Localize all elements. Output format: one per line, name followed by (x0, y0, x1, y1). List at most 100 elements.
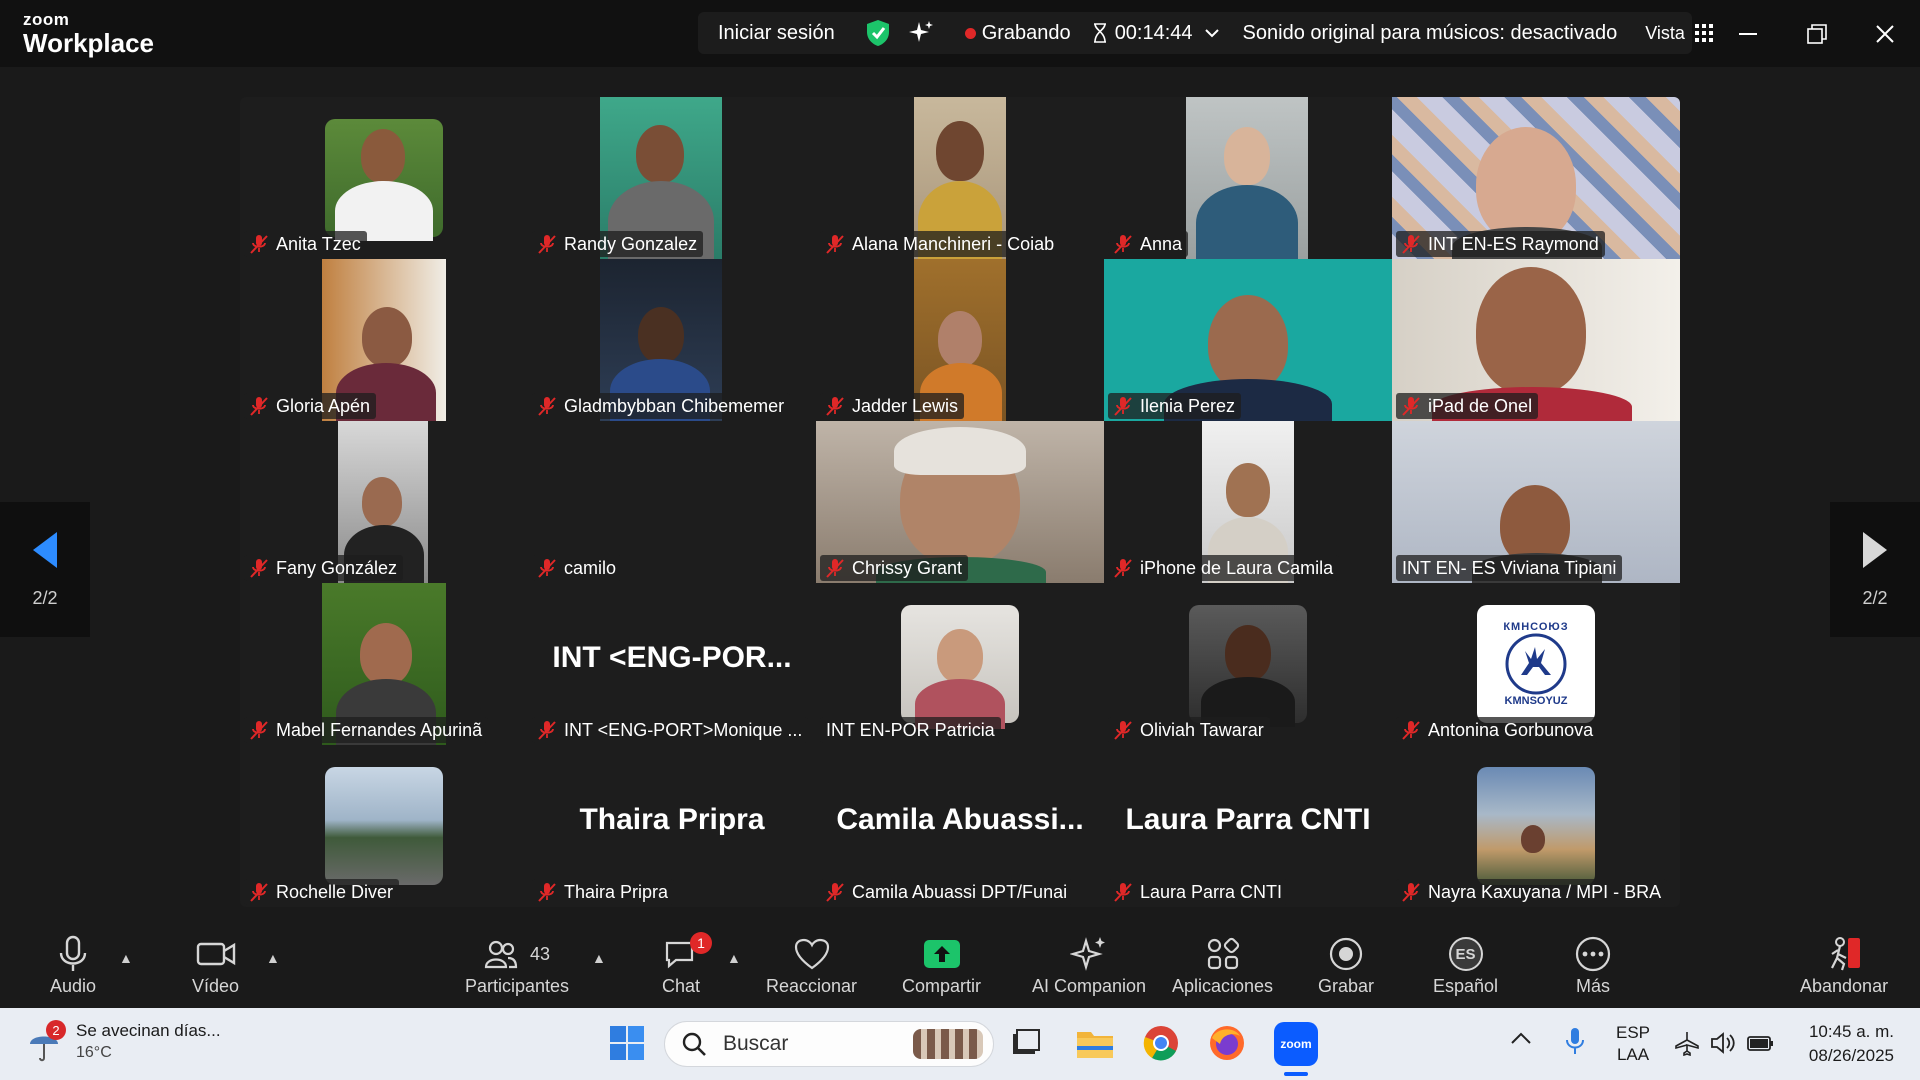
participant-tile[interactable]: INT EN-ES Raymond (1392, 97, 1680, 259)
participant-tile[interactable]: Camila Abuassi... Camila Abuassi DPT/Fun… (816, 745, 1104, 907)
participant-video (325, 767, 443, 885)
windows-start-icon[interactable] (608, 1024, 648, 1064)
recording-indicator[interactable]: Grabando (964, 22, 1071, 45)
chat-options-caret[interactable]: ▲ (727, 950, 741, 966)
taskbar-search[interactable]: Buscar (664, 1021, 994, 1067)
participant-tile[interactable]: Gloria Apén (240, 259, 528, 421)
previous-page-button[interactable]: 2/2 (0, 502, 90, 637)
sparkle-icon[interactable] (907, 19, 935, 47)
participant-name-tag: INT <ENG-PORT>Monique ... (532, 717, 809, 743)
leave-label: Abandonar (1800, 976, 1889, 996)
shield-icon[interactable] (865, 19, 891, 47)
ai-companion-button[interactable]: AI Companion (1032, 932, 1146, 997)
video-button[interactable]: Vídeo (192, 932, 239, 997)
video-camera-icon (196, 942, 235, 966)
more-options-icon (1575, 936, 1611, 972)
chevron-down-icon (1204, 29, 1219, 38)
battery-icon[interactable] (1746, 1030, 1786, 1070)
meeting-timer[interactable]: 00:14:44 (1093, 22, 1219, 45)
react-button[interactable]: Reaccionar (766, 932, 857, 997)
restore-icon (1807, 23, 1827, 44)
language-label: Español (1433, 976, 1499, 996)
view-label: Vista (1645, 22, 1685, 43)
meeting-controls: Audio ▲ Vídeo ▲ 43 Participantes ▲ 1 Cha… (0, 920, 1920, 1008)
participant-tile[interactable]: INT EN- ES Viviana Tipiani (1392, 421, 1680, 583)
chat-button[interactable]: 1 Chat (662, 932, 713, 997)
minimize-button[interactable] (1713, 0, 1783, 67)
original-sound-status[interactable]: Sonido original para músicos: desactivad… (1243, 22, 1618, 45)
participant-name: Camila Abuassi DPT/Funai (852, 881, 1068, 902)
participant-name-tag: iPad de Onel (1396, 393, 1539, 419)
taskbar-clock[interactable]: 10:45 a. m. 08/26/2025 (1790, 1020, 1894, 1068)
participant-tile[interactable]: INT <ENG-POR... INT <ENG-PORT>Monique ..… (528, 583, 816, 745)
participant-tile[interactable]: Jadder Lewis (816, 259, 1104, 421)
apps-button[interactable]: Aplicaciones (1172, 932, 1273, 997)
participant-tile[interactable]: Oliviah Tawarar (1104, 583, 1392, 745)
participant-tile[interactable]: Thaira Pripra Thaira Pripra (528, 745, 816, 907)
participant-tile[interactable]: Fany González (240, 421, 528, 583)
participant-video (1477, 767, 1595, 885)
airplane-mode-icon[interactable] (1674, 1030, 1714, 1070)
weather-widget[interactable]: 2 Se avecinan días... 16°C (28, 1020, 221, 1064)
sign-in-button[interactable]: Iniciar sesión (718, 22, 835, 45)
share-screen-icon (923, 940, 960, 968)
firefox-icon[interactable] (1208, 1024, 1248, 1064)
participant-tile[interactable]: Laura Parra CNTI Laura Parra CNTI (1104, 745, 1392, 907)
participant-tile[interactable]: iPhone de Laura Camila (1104, 421, 1392, 583)
task-view-icon[interactable] (1007, 1024, 1047, 1064)
participant-gallery: Anita Tzec Randy Gonzalez Alana Manchine… (240, 97, 1680, 907)
mic-muted-icon (1402, 397, 1420, 416)
participant-tile[interactable]: Anna (1104, 97, 1392, 259)
participant-name-tag: Randy Gonzalez (532, 231, 704, 257)
participant-tile[interactable]: camilo (528, 421, 816, 583)
more-button[interactable]: Más (1575, 932, 1611, 997)
clock-time: 10:45 a. m. (1808, 1022, 1894, 1041)
participants-options-caret[interactable]: ▲ (592, 950, 606, 966)
participant-tile[interactable]: КМНСОЮЗ KMNSOYUZ Antonina Gorbunova (1392, 583, 1680, 745)
participant-name-tag: Fany González (244, 555, 404, 581)
record-button[interactable]: Grabar (1318, 932, 1374, 997)
chevron-up-icon[interactable] (1510, 1030, 1550, 1070)
audio-button[interactable]: Audio (50, 932, 96, 997)
participants-button[interactable]: 43 Participantes (465, 932, 569, 997)
participant-name: INT EN-ES Raymond (1428, 233, 1599, 254)
input-language[interactable]: ESP LAA (1616, 1022, 1650, 1066)
participant-name-tag: Antonina Gorbunova (1396, 717, 1600, 743)
participant-tile[interactable]: Anita Tzec (240, 97, 528, 259)
participant-tile[interactable]: Rochelle Diver (240, 745, 528, 907)
timer-value: 00:14:44 (1114, 21, 1193, 44)
share-screen-button[interactable]: Compartir (902, 932, 981, 997)
participant-tile[interactable]: Randy Gonzalez (528, 97, 816, 259)
language-button[interactable]: ES Español (1433, 932, 1498, 997)
restore-button[interactable] (1782, 0, 1852, 67)
chrome-icon[interactable] (1142, 1024, 1182, 1064)
volume-icon[interactable] (1710, 1030, 1750, 1070)
tray-microphone-icon[interactable] (1564, 1026, 1604, 1066)
audio-options-caret[interactable]: ▲ (119, 950, 133, 966)
close-button[interactable] (1850, 0, 1920, 67)
participants-label: Participantes (465, 976, 570, 996)
participant-tile[interactable]: Alana Manchineri - Coiab (816, 97, 1104, 259)
file-explorer-icon[interactable] (1075, 1024, 1115, 1064)
zoom-taskbar-icon[interactable]: zoom (1274, 1022, 1318, 1076)
leave-button[interactable]: Abandonar (1800, 932, 1888, 997)
participant-tile[interactable]: INT EN-POR Patricia (816, 583, 1104, 745)
mic-muted-icon (250, 235, 268, 254)
participant-tile[interactable]: Mabel Fernandes Apurinã (240, 583, 528, 745)
view-button[interactable]: Vista (1645, 23, 1713, 44)
next-page-button[interactable]: 2/2 (1830, 502, 1920, 637)
sign-in-label: Iniciar sesión (718, 21, 835, 44)
logo-text-top: КМНСОЮЗ (1503, 621, 1569, 633)
participant-tile[interactable]: iPad de Onel (1392, 259, 1680, 421)
ai-companion-label: AI Companion (1032, 976, 1147, 996)
participant-tile[interactable]: Chrissy Grant (816, 421, 1104, 583)
video-options-caret[interactable]: ▲ (266, 950, 280, 966)
participant-tile[interactable]: Ilenia Perez (1104, 259, 1392, 421)
participant-tile[interactable]: Nayra Kaxuyana / MPI - BRA (1392, 745, 1680, 907)
windows-taskbar: 2 Se avecinan días... 16°C Buscar zoom E… (0, 1008, 1920, 1080)
participant-tile[interactable]: Gladmbybban Chibememer (528, 259, 816, 421)
participant-name-tag: INT EN- ES Viviana Tipiani (1396, 555, 1623, 581)
participant-name: Alana Manchineri - Coiab (852, 233, 1055, 254)
participant-name-tag: iPhone de Laura Camila (1108, 555, 1340, 581)
participant-name-tag: Ilenia Perez (1108, 393, 1242, 419)
